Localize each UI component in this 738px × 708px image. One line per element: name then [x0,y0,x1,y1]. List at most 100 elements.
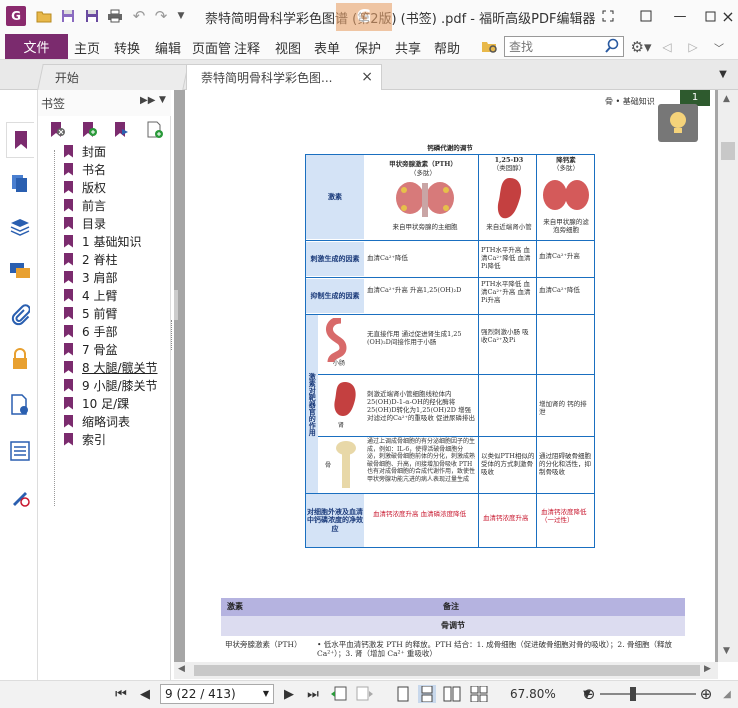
layers-icon[interactable] [9,216,31,238]
menu-page-manage[interactable]: 页面管 [192,38,231,57]
forms-icon[interactable] [9,440,31,462]
bookmark-item[interactable]: 6 手部 [64,322,117,340]
open-folder-icon[interactable] [36,8,52,24]
file-menu-button[interactable]: 文件 [5,34,68,59]
security-lock-icon[interactable] [9,348,31,370]
bookmark-item[interactable]: 3 肩部 [64,268,117,286]
zoom-slider-track[interactable] [600,693,696,695]
continuous-view-icon[interactable] [418,685,436,703]
search-icon[interactable] [604,38,620,57]
scroll-right-arrow-icon[interactable]: ▶ [704,664,711,674]
page-thumbnails-icon[interactable] [9,172,31,194]
app-logo[interactable]: G [6,6,26,26]
bookmark-item[interactable]: 版权 [64,178,106,196]
bookmark-item[interactable]: 4 上臂 [64,286,117,304]
single-page-view-icon[interactable] [394,685,412,703]
signature-icon[interactable] [9,486,31,508]
page-dropdown-icon[interactable]: ▼ [263,685,269,703]
bookmarks-panel-icon[interactable] [6,122,34,158]
save-icon[interactable] [60,8,76,24]
panel-options-icon[interactable]: ▼ [159,95,166,105]
menu-view[interactable]: 视图 [275,38,301,57]
settings-gear-icon[interactable]: ⚙▾ [628,38,654,56]
add-bookmark-icon[interactable] [80,120,100,140]
bookmark-item[interactable]: 7 骨盆 [64,340,117,358]
save-as-icon[interactable] [84,8,100,24]
tab-document[interactable]: 萘特简明骨科学彩色图... × [186,64,382,90]
ribbon-collapse-icon[interactable]: ﹀ [712,38,726,56]
menu-protect[interactable]: 保护 [355,38,381,57]
delete-bookmark-icon[interactable] [48,120,68,140]
search-box[interactable] [504,36,624,57]
tab-list-dropdown-icon[interactable]: ▼ [716,67,730,81]
document-view[interactable]: 骨 • 基础知识 1 钙磷代谢的调节 激素 甲状旁腺激素（PTH） （多肽） 来… [174,90,718,662]
last-page-icon[interactable]: ⏭ [304,685,322,703]
maximize-button[interactable] [700,6,720,26]
zoom-level[interactable]: 67.80% [510,687,556,701]
previous-page-icon[interactable]: ◀ [136,685,154,703]
restore-icon[interactable] [636,6,656,26]
new-bookmark-from-page-icon[interactable] [145,120,165,140]
bookmark-item[interactable]: 前言 [64,196,106,214]
zoom-slider-thumb[interactable] [630,687,636,701]
fullscreen-icon[interactable] [598,6,618,26]
menu-form[interactable]: 表单 [314,38,340,57]
bookmark-item[interactable]: 书名 [64,160,106,178]
tab-start[interactable]: 开始 [37,64,189,90]
tips-lightbulb-icon[interactable] [658,104,698,142]
bookmark-item[interactable]: 9 小腿/膝关节 [64,376,158,394]
horizontal-scrollbar[interactable]: ◀ ▶ [174,662,718,679]
kidney-illustration [495,176,525,220]
next-page-icon[interactable]: ▶ [280,685,298,703]
menu-share[interactable]: 共享 [395,38,421,57]
previous-view-icon[interactable] [330,685,348,703]
scroll-left-arrow-icon[interactable]: ◀ [178,664,185,674]
first-page-icon[interactable]: ⏮ [112,685,130,703]
collapse-panel-icon[interactable]: ▶▶ [140,95,155,106]
bookmark-item[interactable]: 封面 [64,142,106,160]
menu-edit[interactable]: 编辑 [155,38,181,57]
redo-icon[interactable]: ↷ [153,7,169,25]
forward-arrow-icon[interactable]: ▷ [686,38,700,56]
bookmark-item[interactable]: 目录 [64,214,106,232]
bookmark-item[interactable]: 2 脊柱 [64,250,117,268]
bookmark-item[interactable]: 5 前臂 [64,304,117,322]
search-input[interactable] [505,37,601,56]
minimize-button[interactable]: — [670,6,690,26]
scroll-up-arrow-icon[interactable]: ▲ [723,94,730,104]
next-view-icon[interactable] [356,685,374,703]
comments-icon[interactable] [9,260,31,282]
vertical-scroll-thumb[interactable] [721,142,735,160]
page-number-input[interactable]: 9 (22 / 413) ▼ [160,684,274,704]
bookmark-item[interactable]: 缩略词表 [64,412,130,430]
zoom-in-icon[interactable]: ⊕ [697,685,715,703]
close-button[interactable]: × [718,6,738,26]
find-folder-icon[interactable] [481,38,499,56]
menu-comment[interactable]: 注释 [234,38,260,57]
continuous-facing-view-icon[interactable] [470,685,488,703]
zoom-out-icon[interactable]: ⊖ [580,685,598,703]
bookmark-label: 3 肩部 [82,270,118,285]
back-arrow-icon[interactable]: ◁ [660,38,674,56]
menu-convert[interactable]: 转换 [114,38,140,57]
menu-home[interactable]: 主页 [74,38,100,57]
vertical-scrollbar[interactable]: ▲ ▼ [718,90,738,662]
undo-icon[interactable]: ↶ [131,7,147,25]
resize-grip-icon[interactable]: ◢ [718,685,736,703]
page-edge-grip[interactable] [174,290,178,320]
print-icon[interactable] [107,8,123,24]
facing-view-icon[interactable] [443,685,461,703]
tab-close-icon[interactable]: × [361,69,373,85]
horizontal-scroll-thumb[interactable] [194,665,700,676]
quick-access-dropdown-icon[interactable]: ▼ [175,8,187,24]
scroll-down-arrow-icon[interactable]: ▼ [723,646,730,656]
bookmark-item[interactable]: 索引 [64,430,106,448]
bookmark-item[interactable]: 10 足/踝 [64,394,129,412]
bookmark-flag-icon [64,306,73,320]
bookmark-item[interactable]: 1 基础知识 [64,232,141,250]
document-properties-icon[interactable] [9,394,31,416]
menu-help[interactable]: 帮助 [434,38,460,57]
bookmark-action-icon[interactable] [112,120,132,140]
attachments-icon[interactable] [9,304,31,326]
bookmark-item-selected[interactable]: 8 大腿/髋关节 [64,358,158,376]
